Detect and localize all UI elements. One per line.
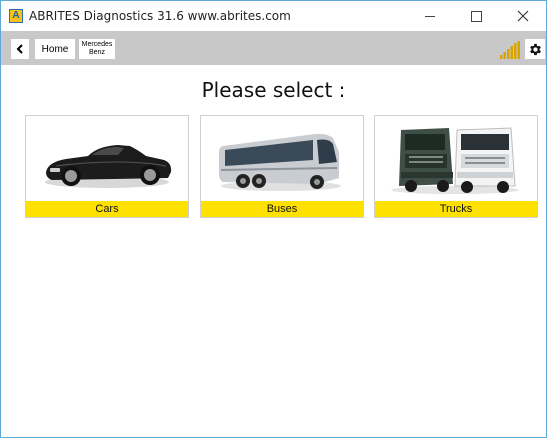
brand-label-line2: Benz: [89, 49, 105, 56]
back-button[interactable]: [11, 39, 29, 59]
category-tile-buses[interactable]: Buses: [200, 115, 364, 218]
truck-image: [391, 127, 519, 194]
brand-breadcrumb-button[interactable]: Mercedes Benz: [79, 39, 115, 59]
bus-image: [219, 133, 341, 191]
chevron-left-icon: [16, 44, 23, 54]
settings-button[interactable]: [525, 39, 545, 59]
window-title: ABRITES Diagnostics 31.6 www.abrites.com: [29, 9, 291, 23]
app-window: A ABRITES Diagnostics 31.6 www.abrites.c…: [0, 0, 547, 438]
car-image: [45, 145, 172, 188]
app-logo-icon: A: [9, 9, 23, 23]
page-heading: Please select :: [201, 78, 346, 102]
brand-label-line1: Mercedes: [81, 41, 113, 48]
title-bar: A ABRITES Diagnostics 31.6 www.abrites.c…: [1, 1, 546, 31]
signal-strength-icon: [500, 41, 520, 59]
minimize-icon: [425, 15, 435, 17]
category-label-buses: Buses: [201, 201, 363, 217]
home-button[interactable]: Home: [35, 39, 75, 59]
category-label-trucks: Trucks: [375, 201, 537, 217]
gear-icon: [529, 43, 541, 55]
category-tile-trucks[interactable]: Trucks: [374, 115, 538, 218]
maximize-icon: [470, 10, 482, 22]
maximize-button[interactable]: [453, 1, 499, 31]
close-button[interactable]: [500, 1, 546, 31]
minimize-button[interactable]: [407, 1, 453, 31]
category-label-cars: Cars: [26, 201, 188, 217]
category-tile-cars[interactable]: Cars: [25, 115, 189, 218]
close-icon: [517, 10, 529, 22]
toolbar: Home Mercedes Benz: [1, 31, 546, 65]
